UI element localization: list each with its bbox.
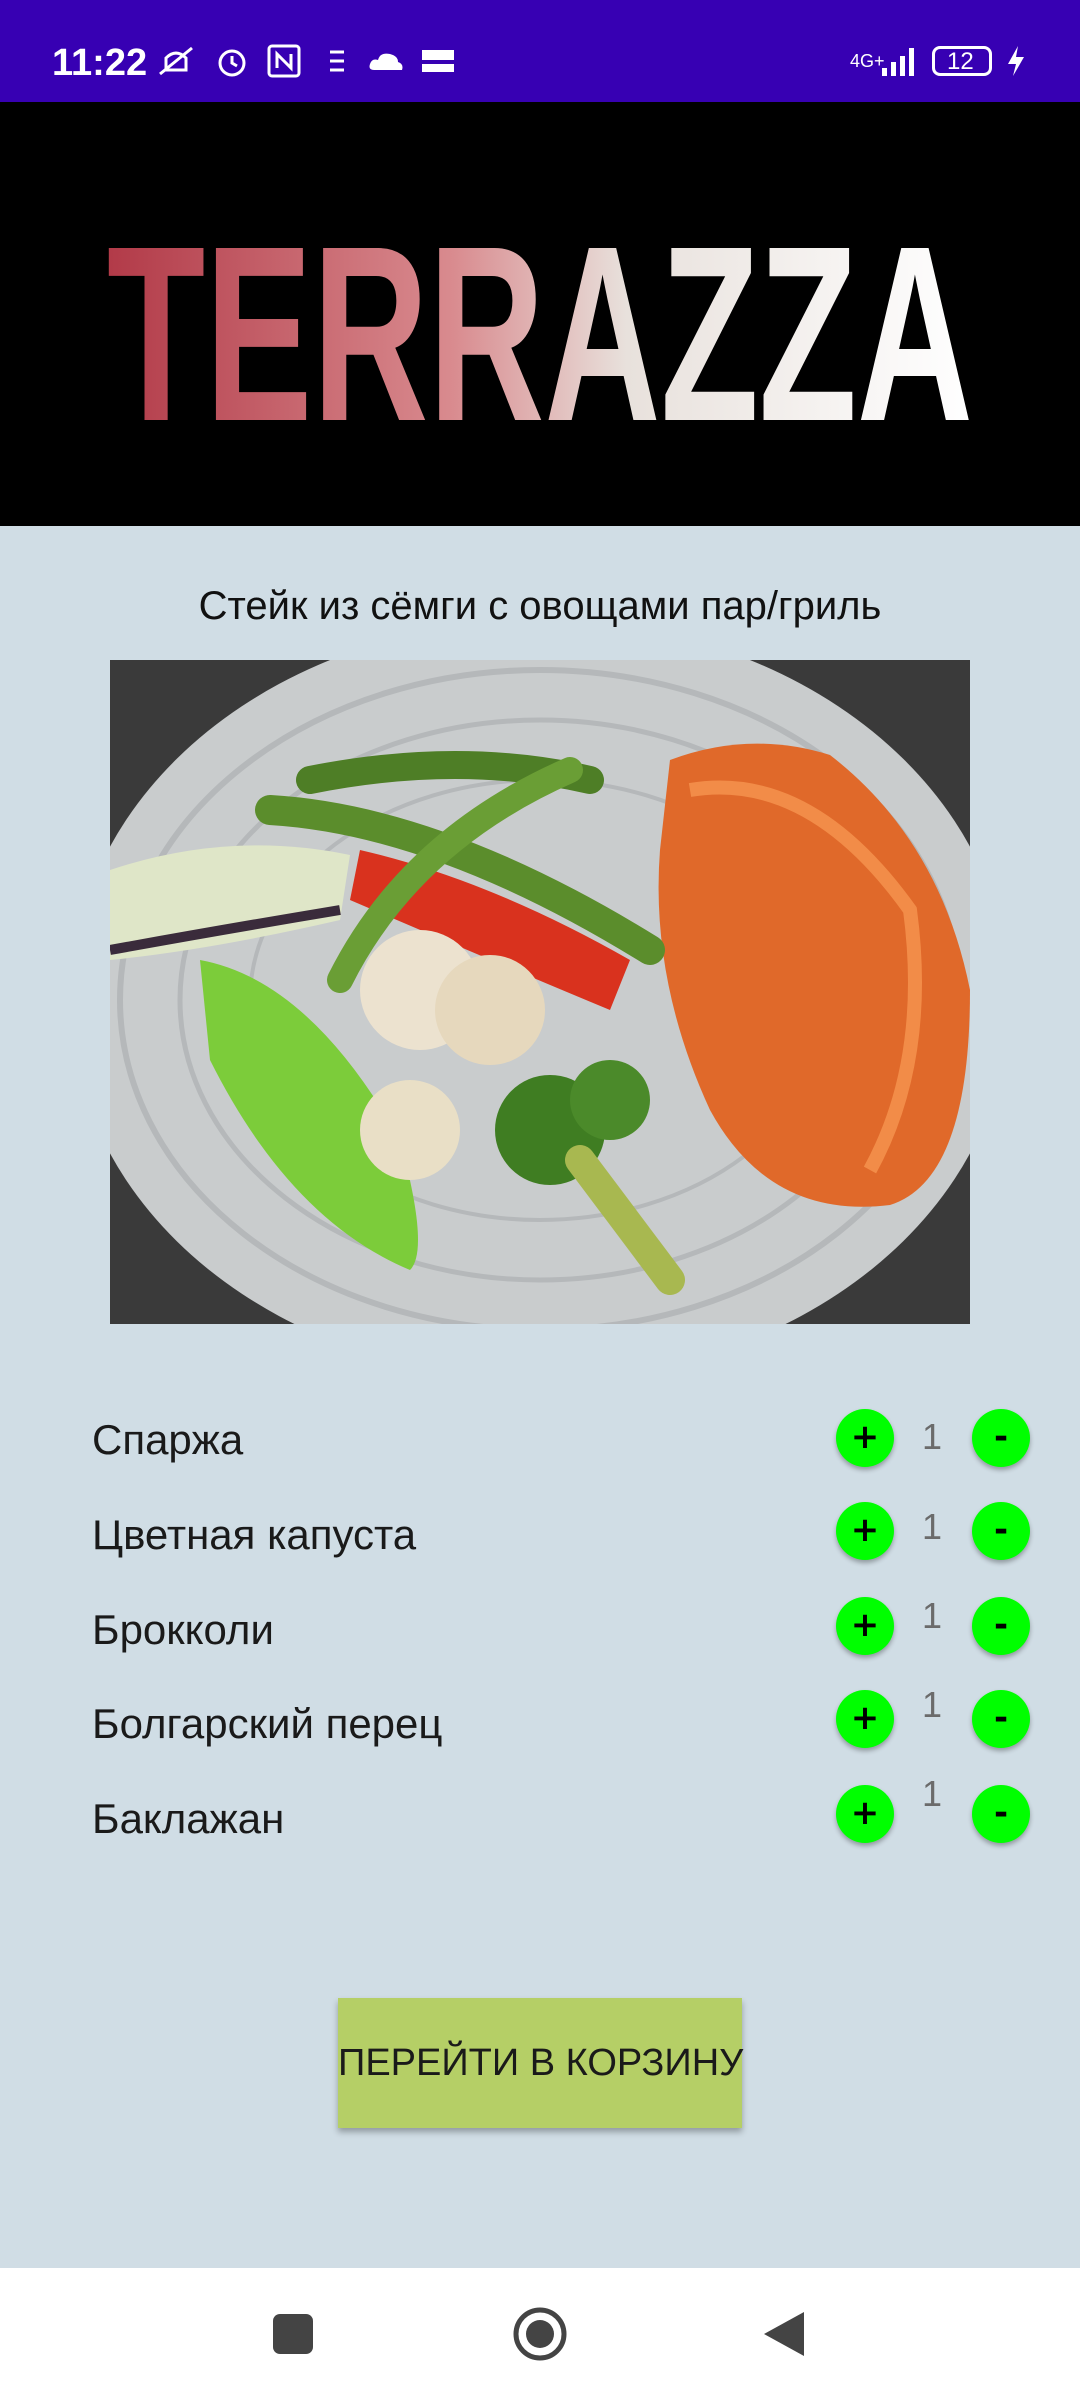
plus-button[interactable]: +: [836, 1690, 894, 1748]
signal-icon: [882, 48, 914, 76]
ingredient-name: Цветная капуста: [92, 1511, 417, 1558]
quantity-value: 1: [921, 1506, 943, 1547]
alarm-icon: [218, 49, 246, 77]
cloud-icon: [369, 53, 403, 70]
ingredient-name: Брокколи: [92, 1606, 274, 1653]
minus-button[interactable]: -: [972, 1597, 1030, 1655]
dish-title: Стейк из сёмги с овощами пар/гриль: [198, 584, 882, 628]
quantity-value: 1: [921, 1416, 943, 1457]
system-nav-bar: [0, 2268, 1080, 2400]
battery-level: 12: [947, 48, 974, 75]
brand-name: TERRAZZA: [107, 194, 973, 473]
minus-button[interactable]: -: [972, 1502, 1030, 1560]
plus-button[interactable]: +: [836, 1597, 894, 1655]
charging-icon: [1008, 46, 1024, 76]
minus-button[interactable]: -: [972, 1409, 1030, 1467]
plus-button[interactable]: +: [836, 1785, 894, 1843]
ingredient-name: Болгарский перец: [92, 1700, 443, 1747]
go-to-cart-button[interactable]: ПЕРЕЙТИ В КОРЗИНУ: [338, 1998, 743, 2128]
mute-icon: [159, 46, 193, 76]
back-icon[interactable]: [762, 2310, 806, 2358]
ingredient-name: Спаржа: [92, 1416, 244, 1463]
home-icon[interactable]: [512, 2306, 568, 2362]
plus-button[interactable]: +: [836, 1409, 894, 1467]
ingredient-name: Баклажан: [92, 1795, 285, 1842]
minus-button[interactable]: -: [972, 1785, 1030, 1843]
status-bar: 11:22 4G+ 12: [0, 0, 1080, 102]
header-banner: TERRAZZA: [0, 102, 1080, 526]
sync-icon: [330, 50, 344, 72]
quantity-value: 1: [921, 1684, 943, 1725]
status-time: 11:22: [52, 42, 148, 84]
brand-logo: TERRAZZA: [107, 194, 973, 473]
quantity-value: 1: [921, 1773, 943, 1814]
dish-photo: [110, 660, 970, 1324]
recents-icon[interactable]: [272, 2313, 314, 2355]
plus-button[interactable]: +: [836, 1502, 894, 1560]
quantity-value: 1: [921, 1595, 943, 1636]
app-icon: [422, 50, 454, 72]
nfc-icon: [267, 44, 301, 78]
battery-icon: 12: [932, 46, 992, 76]
minus-button[interactable]: -: [972, 1690, 1030, 1748]
